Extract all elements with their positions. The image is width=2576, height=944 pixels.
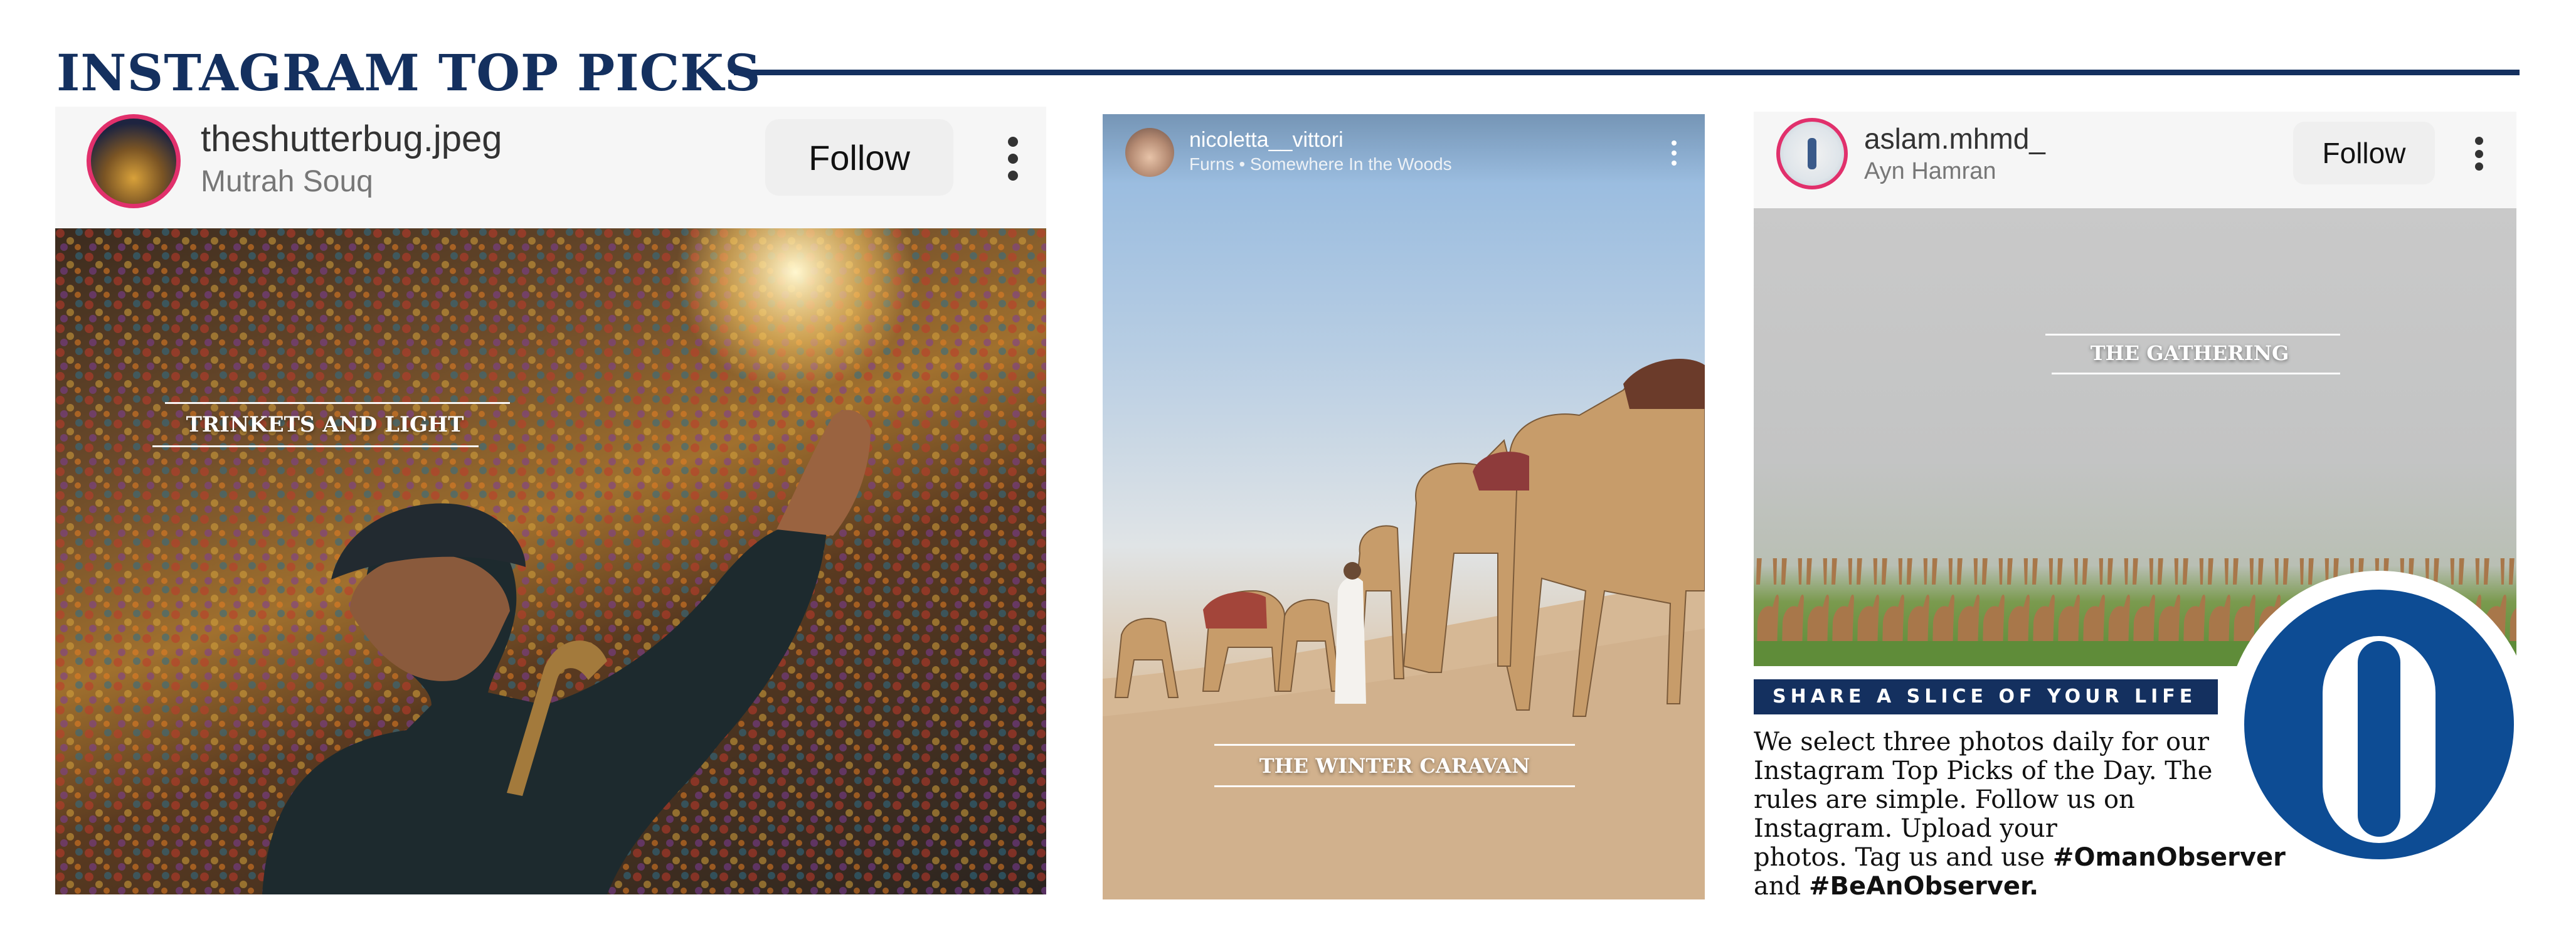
post-2-avatar[interactable] [1125, 128, 1174, 177]
post-2-location[interactable]: Furns • Somewhere In the Woods [1189, 154, 1452, 174]
post-3-caption-rule-top [2045, 334, 2340, 336]
post-3-username[interactable]: aslam.mhmd_ [1864, 122, 2045, 156]
hashtag-be-an-observer[interactable]: #BeAnObserver. [1809, 872, 2038, 901]
post-3-follow-button[interactable]: Follow [2293, 122, 2435, 184]
post-1-location[interactable]: Mutrah Souq [201, 164, 373, 199]
post-1-follow-button[interactable]: Follow [765, 119, 953, 196]
promo-line-6: and #BeAnObserver. [1754, 872, 2293, 901]
post-1-caption-rule-bottom [152, 445, 479, 447]
promo-line-1: We select three photos daily for our [1754, 728, 2209, 756]
post-3-header: aslam.mhmd_ Ayn Hamran Follow [1754, 112, 2516, 208]
header-rule [734, 70, 2520, 75]
post-2-photo: nicoletta__vittori Furns • Somewhere In … [1103, 114, 1705, 899]
post-1-photo: TRINKETS AND LIGHT [55, 228, 1046, 894]
post-2-caption-rule-bottom [1214, 785, 1575, 787]
souq-scene [55, 228, 1046, 894]
post-1-avatar[interactable] [87, 114, 181, 208]
caravan-scene [1103, 359, 1705, 899]
observer-logo-letter-counter [2358, 641, 2400, 837]
post-2-more-icon[interactable] [1671, 141, 1677, 166]
promo-line-6-text: and [1754, 872, 1801, 901]
promo-line-3: rules are simple. Follow us on [1754, 785, 2135, 814]
hashtag-oman-observer[interactable]: #OmanObserver [2053, 843, 2286, 872]
post-1-more-icon[interactable] [1007, 137, 1019, 181]
post-3-avatar[interactable] [1776, 118, 1848, 189]
section-title: INSTAGRAM TOP PICKS [56, 43, 761, 102]
promo-line-5-text: photos. Tag us and use [1754, 843, 2045, 872]
post-3-more-icon[interactable] [2474, 137, 2484, 171]
post-3-caption: THE GATHERING [2090, 341, 2289, 365]
post-1-username[interactable]: theshutterbug.jpeg [201, 118, 502, 160]
post-3-caption-rule-bottom [2052, 373, 2340, 374]
promo-body-text: We select three photos daily for our Ins… [1754, 728, 2293, 901]
share-slice-banner: SHARE A SLICE OF YOUR LIFE [1754, 679, 2218, 714]
post-1-caption-rule-top [165, 402, 510, 404]
promo-line-4: Instagram. Upload your [1754, 814, 2057, 843]
post-1-caption: TRINKETS AND LIGHT [186, 412, 464, 437]
post-2-caption-rule-top [1214, 744, 1575, 746]
post-2-caption: THE WINTER CARAVAN [1259, 754, 1530, 778]
post-3-location[interactable]: Ayn Hamran [1864, 158, 1996, 185]
promo-line-2: Instagram Top Picks of the Day. The [1754, 756, 2213, 785]
post-1-header: theshutterbug.jpeg Mutrah Souq Follow [55, 107, 1046, 228]
promo-line-5: photos. Tag us and use #OmanObserver [1754, 843, 2293, 872]
post-2-username[interactable]: nicoletta__vittori [1189, 128, 1344, 152]
